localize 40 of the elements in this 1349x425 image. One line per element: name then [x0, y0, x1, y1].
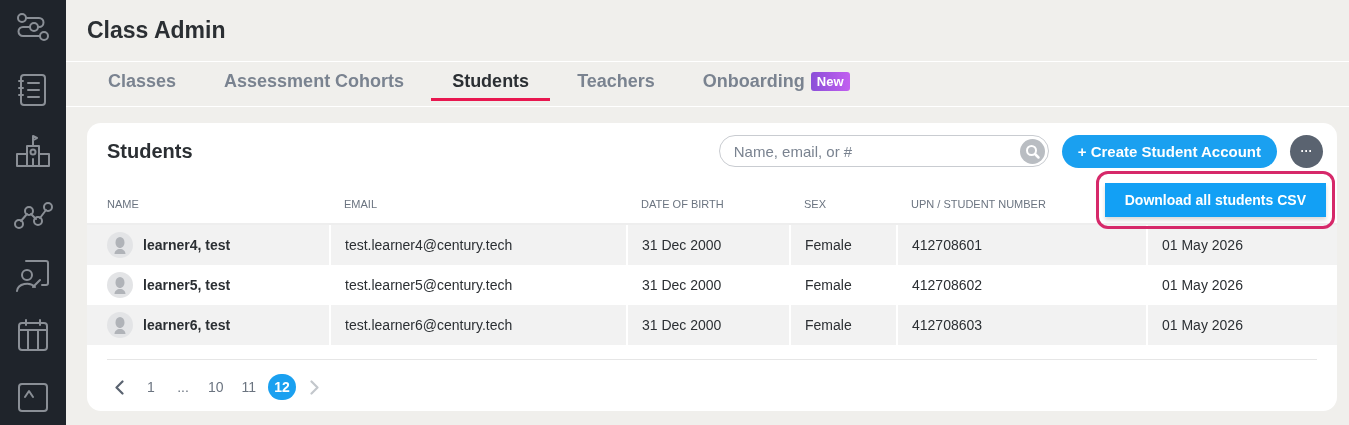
table-cell: 31 Dec 2000	[642, 237, 722, 253]
tab[interactable]: Assessment Cohorts	[203, 62, 426, 101]
page-button[interactable]: 1	[138, 374, 164, 400]
student-name[interactable]: learner6, test	[143, 317, 231, 333]
table-cell: 412708602	[912, 277, 983, 293]
page-title: Class Admin	[66, 0, 1349, 62]
page-button[interactable]: 12	[268, 374, 296, 400]
table-cell: Female	[805, 237, 852, 253]
avatar-icon	[107, 232, 133, 258]
student-name[interactable]: learner5, test	[143, 277, 231, 293]
download-csv-item[interactable]: Download all students CSV	[1104, 183, 1326, 217]
table-cell: test.learner6@century.tech	[345, 317, 513, 333]
table-cell: 31 Dec 2000	[642, 317, 722, 333]
new-badge: New	[810, 72, 850, 91]
table-cell: 31 Dec 2000	[642, 277, 722, 293]
tab[interactable]: Classes	[87, 62, 198, 101]
table-cell: test.learner4@century.tech	[345, 237, 513, 253]
avatar-icon	[107, 272, 133, 298]
page-button[interactable]: ...	[170, 374, 196, 400]
search-field[interactable]: Name, email, or #	[718, 135, 1049, 167]
table-cell: 01 May 2026	[1162, 237, 1243, 253]
student-name[interactable]: learner4, test	[143, 237, 231, 253]
tab[interactable]: Onboarding New	[681, 62, 871, 101]
table-cell: 01 May 2026	[1162, 277, 1243, 293]
table-cell: 412708601	[912, 237, 983, 253]
more-button[interactable]: ···	[1290, 134, 1323, 168]
table-cell: test.learner5@century.tech	[345, 277, 513, 293]
page-button[interactable]: 11	[235, 374, 263, 400]
tab[interactable]: Students	[431, 62, 551, 101]
card-title: Students	[107, 139, 194, 163]
chevron-left-icon	[115, 379, 124, 395]
table-cell: 412708603	[912, 317, 983, 333]
table-cell: Female	[805, 317, 852, 333]
table-cell: 01 May 2026	[1162, 317, 1243, 333]
table-cell: Female	[805, 277, 852, 293]
create-student-button[interactable]: + Create Student Account	[1061, 134, 1277, 168]
avatar-icon	[107, 312, 133, 338]
chevron-right-icon	[309, 379, 319, 395]
page-button[interactable]: 10	[202, 374, 230, 400]
tab[interactable]: Teachers	[556, 62, 676, 101]
